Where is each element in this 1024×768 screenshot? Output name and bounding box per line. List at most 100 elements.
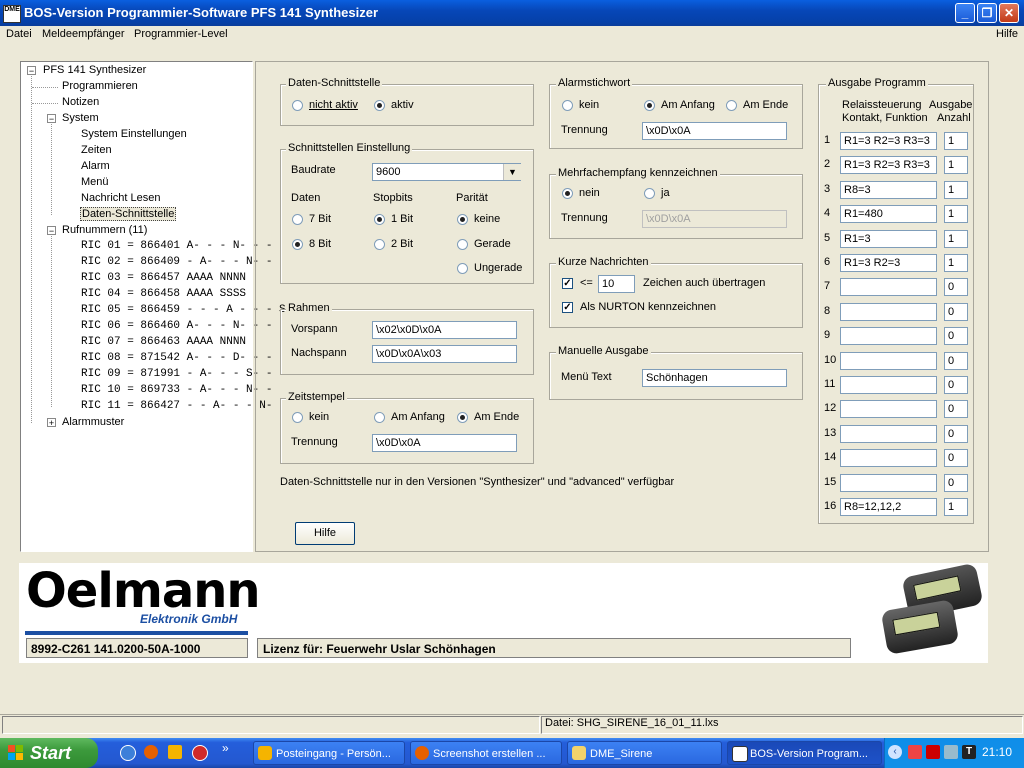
relais-function-input[interactable]: R1=480 — [840, 205, 937, 224]
relais-function-input[interactable] — [840, 424, 937, 443]
radio-1-bit[interactable] — [374, 214, 385, 225]
baudrate-select[interactable]: 9600 — [372, 163, 521, 181]
menu-programmier-level[interactable]: Programmier-Level — [134, 28, 228, 40]
relais-function-input[interactable]: R1=3 R2=3 R3=3 — [840, 132, 937, 150]
relais-function-input[interactable] — [840, 400, 937, 419]
minimize-button[interactable]: _ — [955, 3, 975, 23]
ausgabe-count-input[interactable]: 0 — [944, 473, 968, 492]
menu-text-input[interactable]: Schönhagen — [642, 369, 787, 387]
tray-app-icon[interactable] — [908, 745, 922, 759]
radio-aktiv[interactable] — [374, 100, 385, 111]
close-button[interactable]: ✕ — [999, 3, 1019, 23]
relais-function-input[interactable] — [840, 327, 937, 346]
radio-stichwort-am-ende[interactable] — [726, 100, 737, 111]
ausgabe-count-input[interactable]: 0 — [944, 278, 968, 297]
tree-item-ric[interactable]: RIC 07 = 866463 AAAA NNNN — [81, 336, 246, 348]
collapse-icon[interactable]: − — [27, 66, 36, 76]
relais-function-input[interactable]: R1=3 R2=3 R3=3 — [840, 156, 937, 175]
ausgabe-count-input[interactable]: 0 — [944, 424, 968, 443]
checkbox-nurton[interactable]: ✓ — [562, 302, 573, 313]
tree-item-notizen[interactable]: Notizen — [62, 96, 99, 108]
tray-network-icon[interactable] — [944, 745, 958, 759]
ausgabe-count-input[interactable]: 0 — [944, 449, 968, 468]
tree-item-system-einstellungen[interactable]: System Einstellungen — [81, 128, 187, 140]
title-bar[interactable]: DME BOS-Version Programmier-Software PFS… — [0, 0, 1024, 26]
tray-text-icon[interactable]: T — [962, 745, 976, 759]
collapse-icon[interactable]: − — [47, 226, 56, 236]
tree-item-ric[interactable]: RIC 03 = 866457 AAAA NNNN — [81, 272, 246, 284]
nachspann-input[interactable]: \x0D\x0A\x03 — [372, 345, 517, 363]
ausgabe-count-input[interactable]: 0 — [944, 327, 968, 346]
stichwort-trennung-input[interactable]: \x0D\x0A — [642, 122, 787, 140]
chevron-down-icon[interactable]: ▼ — [503, 164, 521, 180]
relais-function-input[interactable]: R1=3 R2=3 — [840, 254, 937, 272]
radio-zeitstempel-am-ende[interactable] — [457, 412, 468, 423]
ausgabe-count-input[interactable]: 0 — [944, 351, 968, 370]
relais-function-input[interactable] — [840, 449, 937, 468]
tray-expand-icon[interactable]: ‹ — [888, 745, 902, 759]
ausgabe-count-input[interactable]: 1 — [944, 180, 968, 199]
checkbox-kurze-laenge[interactable]: ✓ — [562, 278, 573, 289]
tree-item-programmieren[interactable]: Programmieren — [62, 80, 138, 92]
task-bos-version[interactable]: BOS-Version Program... — [727, 741, 882, 765]
radio-nicht-aktiv[interactable] — [292, 100, 303, 111]
relais-function-input[interactable]: R1=3 — [840, 229, 937, 248]
tree-item-system[interactable]: System — [62, 112, 99, 124]
tree-item-ric[interactable]: RIC 02 = 866409 - A- - - N- - — [81, 256, 272, 268]
tree-item-nachricht-lesen[interactable]: Nachricht Lesen — [81, 192, 161, 204]
collapse-icon[interactable]: − — [47, 114, 56, 124]
relais-function-input[interactable] — [840, 302, 937, 321]
quicklaunch-more-icon[interactable]: » — [222, 741, 229, 755]
tree-item-ric[interactable]: RIC 01 = 866401 A- - - N- - - — [81, 240, 272, 252]
tree-item-ric[interactable]: RIC 06 = 866460 A- - - N- - - — [81, 320, 272, 332]
ausgabe-count-input[interactable]: 1 — [944, 254, 968, 272]
menu-meldeempfaenger[interactable]: Meldeempfänger — [42, 28, 125, 40]
tree-item-menue[interactable]: Menü — [81, 176, 109, 188]
tree-root[interactable]: PFS 141 Synthesizer — [43, 64, 146, 76]
quicklaunch-app-icon[interactable] — [192, 745, 208, 761]
relais-function-input[interactable]: R8=12,12,2 — [840, 498, 937, 516]
ausgabe-count-input[interactable]: 0 — [944, 400, 968, 419]
tree-item-daten-schnittstelle[interactable]: Daten-Schnittstelle — [80, 207, 177, 221]
task-firefox[interactable]: Screenshot erstellen ... — [410, 741, 562, 765]
tree-item-alarm[interactable]: Alarm — [81, 160, 110, 172]
radio-gerade[interactable] — [457, 239, 468, 250]
relais-function-input[interactable] — [840, 351, 937, 370]
tree-item-ric[interactable]: RIC 08 = 871542 A- - - D- - - — [81, 352, 272, 364]
tree-item-ric[interactable]: RIC 04 = 866458 AAAA SSSS — [81, 288, 246, 300]
ausgabe-count-input[interactable]: 1 — [944, 132, 968, 150]
zeitstempel-trennung-input[interactable]: \x0D\x0A — [372, 434, 517, 452]
tree-item-rufnummern[interactable]: Rufnummern (11) — [62, 224, 147, 236]
ausgabe-count-input[interactable]: 1 — [944, 498, 968, 516]
radio-stichwort-kein[interactable] — [562, 100, 573, 111]
radio-7-bit[interactable] — [292, 214, 303, 225]
kurze-laenge-input[interactable]: 10 — [598, 275, 635, 293]
relais-function-input[interactable] — [840, 473, 937, 492]
radio-mehrfach-ja[interactable] — [644, 188, 655, 199]
tree-item-alarmmuster[interactable]: Alarmmuster — [62, 416, 124, 428]
tree-item-ric[interactable]: RIC 10 = 869733 - A- - - N- - — [81, 384, 272, 396]
radio-8-bit[interactable] — [292, 239, 303, 250]
relais-function-input[interactable]: R8=3 — [840, 180, 937, 199]
radio-2-bit[interactable] — [374, 239, 385, 250]
menu-hilfe[interactable]: Hilfe — [996, 28, 1018, 40]
menu-datei[interactable]: Datei — [6, 28, 32, 40]
radio-keine[interactable] — [457, 214, 468, 225]
hilfe-button[interactable]: Hilfe — [295, 522, 355, 545]
radio-stichwort-am-anfang[interactable] — [644, 100, 655, 111]
quicklaunch-ie-icon[interactable] — [120, 745, 136, 761]
quicklaunch-firefox-icon[interactable] — [144, 745, 158, 759]
tree-item-zeiten[interactable]: Zeiten — [81, 144, 112, 156]
tray-antivirus-icon[interactable] — [926, 745, 940, 759]
expand-icon[interactable]: + — [47, 418, 56, 428]
ausgabe-count-input[interactable]: 0 — [944, 302, 968, 321]
vorspann-input[interactable]: \x02\x0D\x0A — [372, 321, 517, 339]
tree-item-ric[interactable]: RIC 09 = 871991 - A- - - S- - — [81, 368, 272, 380]
radio-zeitstempel-am-anfang[interactable] — [374, 412, 385, 423]
radio-mehrfach-nein[interactable] — [562, 188, 573, 199]
relais-function-input[interactable] — [840, 376, 937, 394]
maximize-button[interactable]: ❐ — [977, 3, 997, 23]
ausgabe-count-input[interactable]: 1 — [944, 205, 968, 224]
radio-ungerade[interactable] — [457, 263, 468, 274]
ausgabe-count-input[interactable]: 1 — [944, 229, 968, 248]
